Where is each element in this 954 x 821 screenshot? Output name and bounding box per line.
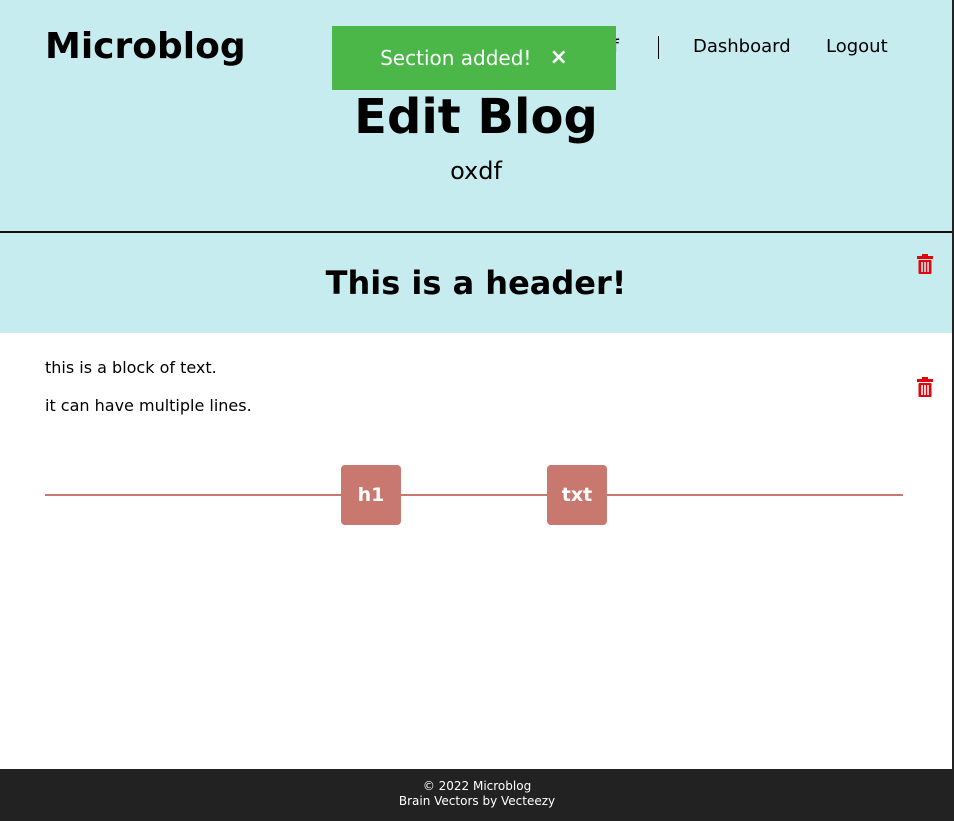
blog-section-text: this is a block of text. it can have mul… xyxy=(0,333,952,433)
add-section-bar: h1 txt xyxy=(45,465,903,525)
nav-dashboard-link[interactable]: Dashboard xyxy=(693,36,791,58)
trash-icon[interactable] xyxy=(917,254,933,274)
footer-credit[interactable]: Brain Vectors by Vecteezy xyxy=(0,794,954,809)
add-section-divider xyxy=(45,494,903,496)
toast-notification: Section added! × xyxy=(332,26,616,90)
add-txt-button[interactable]: txt xyxy=(547,465,607,525)
trash-icon[interactable] xyxy=(917,377,933,397)
section-text-line: this is a block of text. xyxy=(45,358,217,377)
page-title: Edit Blog xyxy=(354,89,598,145)
nav-separator xyxy=(658,36,659,59)
blog-section-header: This is a header! xyxy=(0,233,952,333)
site-logo[interactable]: Microblog xyxy=(45,26,246,68)
footer-copyright: © 2022 Microblog xyxy=(422,779,532,793)
section-header-text: This is a header! xyxy=(325,264,627,302)
toast-message: Section added! xyxy=(380,46,532,70)
section-text-line: it can have multiple lines. xyxy=(45,396,252,415)
add-h1-button[interactable]: h1 xyxy=(341,465,401,525)
nav-logout-link[interactable]: Logout xyxy=(826,36,888,58)
close-icon[interactable]: × xyxy=(549,47,567,69)
page-subtitle: oxdf xyxy=(450,157,502,185)
site-footer: © 2022 Microblog Brain Vectors by Vectee… xyxy=(0,769,954,821)
